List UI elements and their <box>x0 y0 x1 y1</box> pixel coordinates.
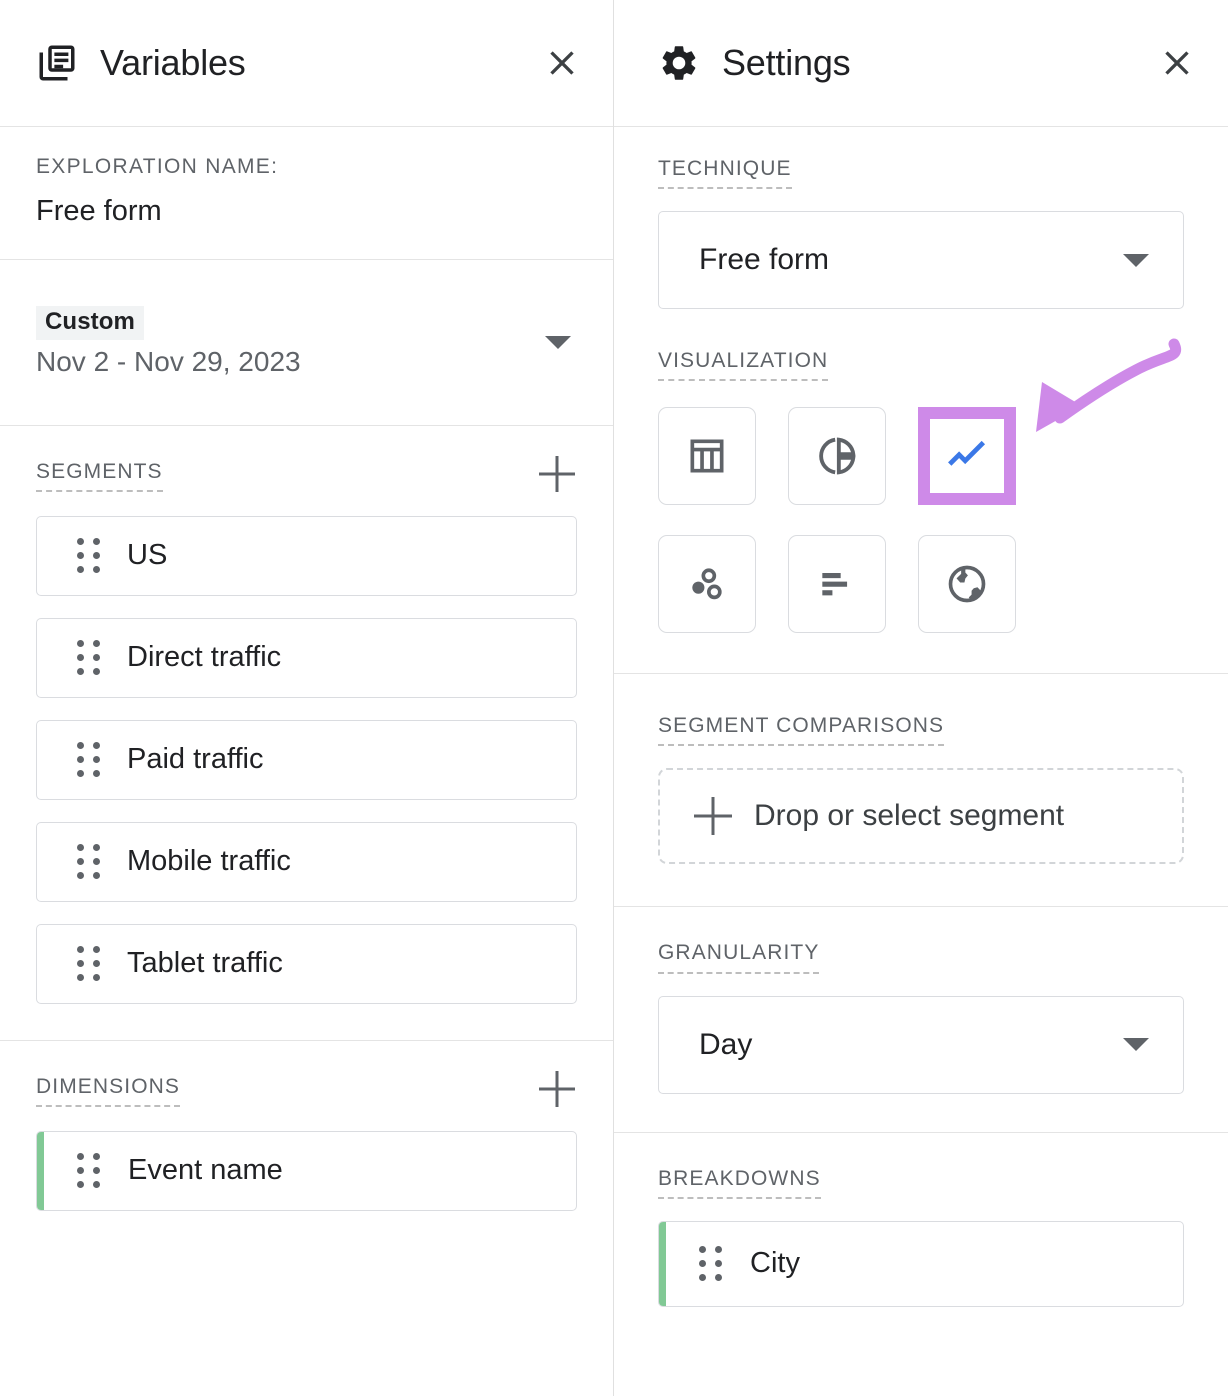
close-variables-panel-button[interactable] <box>539 40 585 86</box>
donut-chart-icon <box>815 434 859 478</box>
breakdown-label: City <box>750 1249 800 1278</box>
exploration-name-section: EXPLORATION NAME: Free form <box>0 127 613 260</box>
segment-comparisons-label: SEGMENT COMPARISONS <box>658 714 944 746</box>
dimensions-section: DIMENSIONS Event name <box>0 1041 613 1241</box>
segment-chip-paid-traffic[interactable]: Paid traffic <box>36 720 577 800</box>
segment-label: US <box>127 541 167 570</box>
viz-option-line-chart[interactable] <box>918 407 1016 505</box>
breakdown-chip-city[interactable]: City <box>658 1221 1184 1307</box>
globe-icon <box>945 562 989 606</box>
drag-handle-icon[interactable] <box>77 538 100 573</box>
drag-handle-icon[interactable] <box>699 1246 722 1281</box>
chevron-down-icon <box>1123 1038 1149 1051</box>
breakdowns-section: BREAKDOWNS City <box>614 1133 1228 1307</box>
drag-handle-icon[interactable] <box>77 1153 100 1188</box>
date-range-badge: Custom <box>36 306 144 340</box>
technique-section: TECHNIQUE Free form <box>614 127 1228 315</box>
explore-config-panels: Variables EXPLORATION NAME: Free form Cu… <box>0 0 1228 1396</box>
dimension-label: Event name <box>128 1156 283 1185</box>
settings-panel-header: Settings <box>614 0 1228 127</box>
segment-label: Tablet traffic <box>127 949 283 978</box>
segment-label: Mobile traffic <box>127 847 291 876</box>
chevron-down-icon <box>545 336 571 349</box>
viz-option-donut-chart[interactable] <box>788 407 886 505</box>
segment-chip-us[interactable]: US <box>36 516 577 596</box>
segment-chip-tablet-traffic[interactable]: Tablet traffic <box>36 924 577 1004</box>
scatter-plot-icon <box>685 562 729 606</box>
chevron-down-icon <box>1123 254 1149 267</box>
visualization-section: VISUALIZATION <box>614 315 1228 674</box>
variables-panel: Variables EXPLORATION NAME: Free form Cu… <box>0 0 614 1396</box>
segment-comparisons-drop-zone[interactable]: Drop or select segment <box>658 768 1184 864</box>
viz-option-geo-map[interactable] <box>918 535 1016 633</box>
breakdowns-label: BREAKDOWNS <box>658 1167 821 1199</box>
segment-chip-direct-traffic[interactable]: Direct traffic <box>36 618 577 698</box>
segments-label: SEGMENTS <box>36 460 163 492</box>
technique-select[interactable]: Free form <box>658 211 1184 309</box>
add-segment-button[interactable] <box>537 454 577 494</box>
exploration-name-label: EXPLORATION NAME: <box>36 155 278 179</box>
close-icon <box>1157 43 1197 83</box>
settings-panel-title: Settings <box>722 42 1154 84</box>
drag-handle-icon[interactable] <box>77 742 100 777</box>
bar-chart-icon <box>815 562 859 606</box>
library-books-icon <box>36 42 78 84</box>
drag-handle-icon[interactable] <box>77 946 100 981</box>
granularity-section: GRANULARITY Day <box>614 907 1228 1132</box>
viz-option-free-form-table[interactable] <box>658 407 756 505</box>
technique-value: Free form <box>699 245 1123 275</box>
segment-label: Direct traffic <box>127 643 281 672</box>
close-icon <box>542 43 582 83</box>
segment-chip-mobile-traffic[interactable]: Mobile traffic <box>36 822 577 902</box>
segment-label: Paid traffic <box>127 745 263 774</box>
technique-label: TECHNIQUE <box>658 157 792 189</box>
settings-panel: Settings TECHNIQUE Free form VISUALIZATI… <box>614 0 1228 1396</box>
drag-handle-icon[interactable] <box>77 844 100 879</box>
visualization-label: VISUALIZATION <box>658 349 828 381</box>
segment-comparisons-drop-label: Drop or select segment <box>754 801 1064 831</box>
granularity-select[interactable]: Day <box>658 996 1184 1094</box>
gear-icon <box>658 42 700 84</box>
granularity-label: GRANULARITY <box>658 941 819 973</box>
segments-section: SEGMENTS US Direct traffic Paid traffic … <box>0 426 613 1041</box>
date-range-selector[interactable]: Custom Nov 2 - Nov 29, 2023 <box>0 260 613 426</box>
viz-option-bar-chart[interactable] <box>788 535 886 633</box>
add-dimension-button[interactable] <box>537 1069 577 1109</box>
dimensions-header: DIMENSIONS <box>36 1075 577 1109</box>
segments-header: SEGMENTS <box>36 460 577 494</box>
dimension-chip-event-name[interactable]: Event name <box>36 1131 577 1211</box>
variables-panel-header: Variables <box>0 0 613 127</box>
close-settings-panel-button[interactable] <box>1154 40 1200 86</box>
granularity-value: Day <box>699 1030 1123 1060</box>
viz-option-scatter-plot[interactable] <box>658 535 756 633</box>
visualization-options-grid <box>658 407 1184 633</box>
dimensions-label: DIMENSIONS <box>36 1075 180 1107</box>
exploration-name-value[interactable]: Free form <box>36 194 577 229</box>
table-icon <box>685 434 729 478</box>
variables-panel-title: Variables <box>100 42 539 84</box>
date-range-value: Nov 2 - Nov 29, 2023 <box>36 345 545 379</box>
segment-comparisons-section: SEGMENT COMPARISONS Drop or select segme… <box>614 674 1228 907</box>
drag-handle-icon[interactable] <box>77 640 100 675</box>
line-chart-icon <box>945 434 989 478</box>
plus-icon <box>694 797 732 835</box>
date-range-text: Custom Nov 2 - Nov 29, 2023 <box>36 306 545 379</box>
